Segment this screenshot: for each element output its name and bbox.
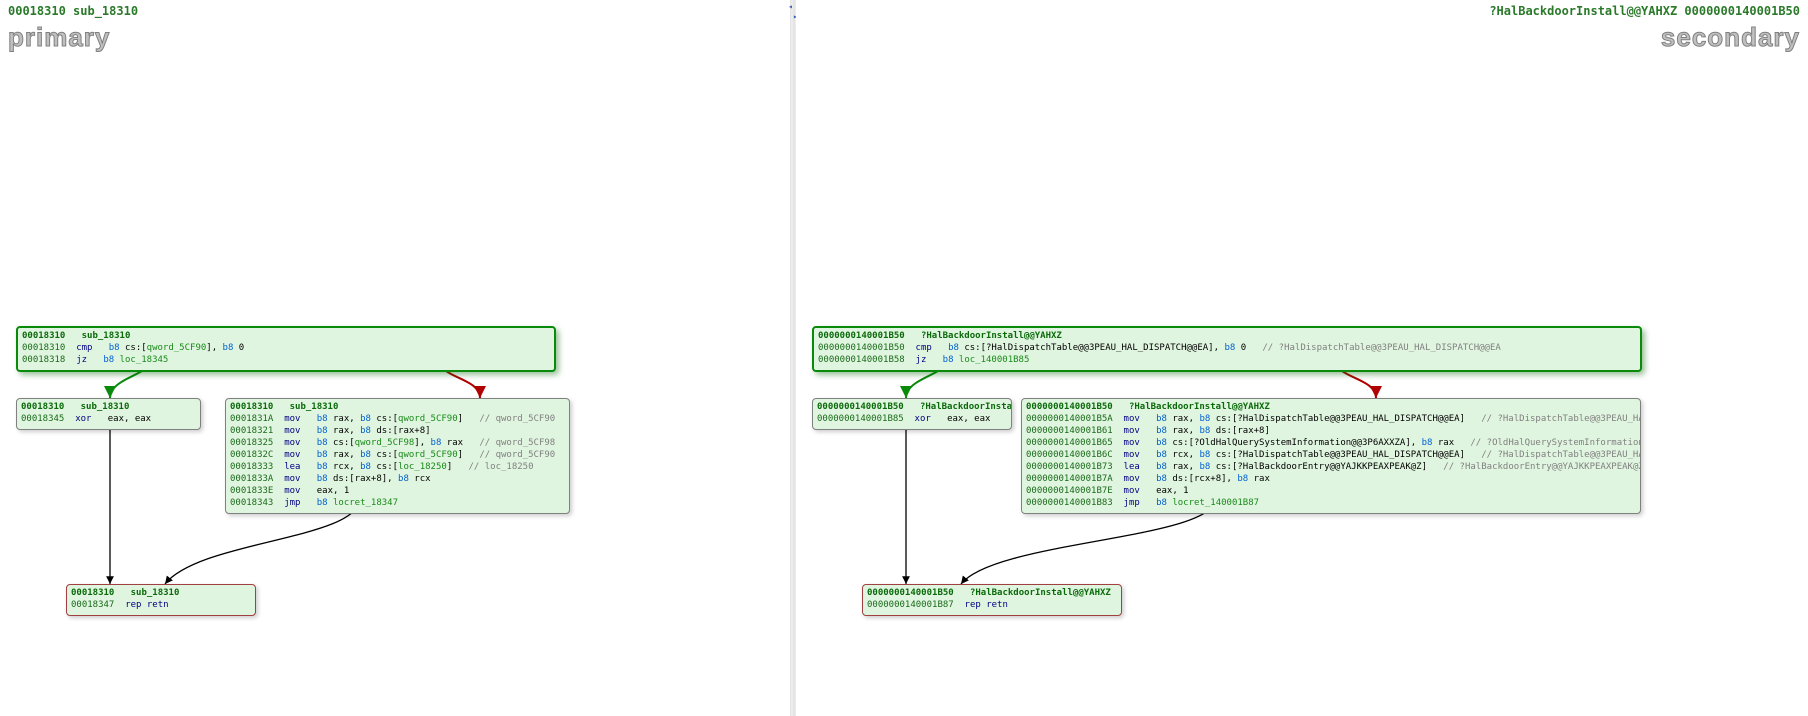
- secondary-watermark: secondary: [1661, 22, 1800, 53]
- primary-block-ret[interactable]: 00018310 sub_1831000018347 rep retn: [66, 584, 256, 616]
- secondary-block-ret[interactable]: 0000000140001B50 ?HalBackdoorInstall@@YA…: [862, 584, 1122, 616]
- splitter-arrow-left-icon: ◂: [788, 2, 793, 11]
- secondary-block-xor[interactable]: 0000000140001B50 ?HalBackdoorInstall@@YA…: [812, 398, 1012, 430]
- primary-block-body[interactable]: 00018310 sub_183100001831A mov b8 rax, b…: [225, 398, 570, 514]
- primary-pane[interactable]: 00018310 sub_18310 primary 00018310 sub_…: [0, 0, 790, 716]
- secondary-block-entry[interactable]: 0000000140001B50 ?HalBackdoorInstall@@YA…: [812, 326, 1642, 372]
- primary-block-xor[interactable]: 00018310 sub_1831000018345 xor eax, eax: [16, 398, 201, 430]
- primary-block-entry[interactable]: 00018310 sub_1831000018310 cmp b8 cs:[qw…: [16, 326, 556, 372]
- secondary-pane[interactable]: ?HalBackdoorInstall@@YAHXZ 0000000140001…: [796, 0, 1808, 716]
- secondary-block-body[interactable]: 0000000140001B50 ?HalBackdoorInstall@@YA…: [1021, 398, 1641, 514]
- primary-function-header: 00018310 sub_18310: [8, 4, 138, 18]
- secondary-function-header: ?HalBackdoorInstall@@YAHXZ 0000000140001…: [1489, 4, 1800, 18]
- primary-watermark: primary: [8, 22, 110, 53]
